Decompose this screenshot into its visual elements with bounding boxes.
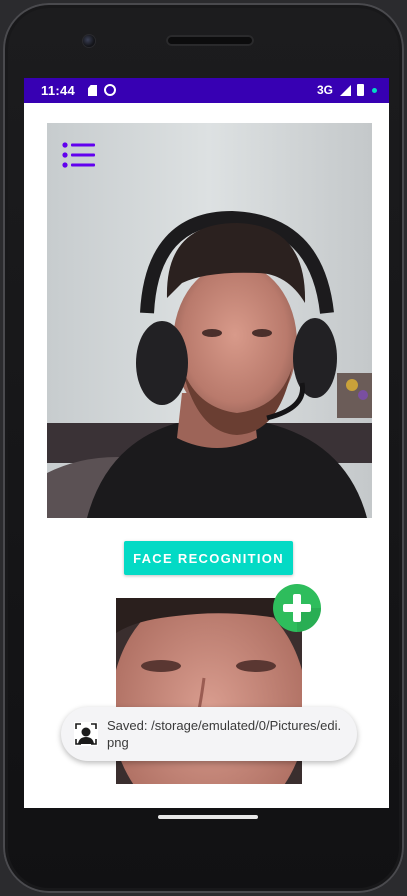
face-scan-app-icon: [74, 722, 98, 746]
app-screen: 11:44 3G FACE RECOGNITION Saved: /storag…: [24, 78, 389, 808]
earpiece-speaker: [166, 35, 254, 46]
network-type: 3G: [317, 83, 334, 97]
phone-device: 11:44 3G FACE RECOGNITION Saved: /storag…: [3, 3, 404, 893]
sd-card-icon: [88, 85, 97, 96]
camera-preview: [47, 123, 372, 518]
status-time: 11:44: [41, 83, 76, 98]
toast-message: Saved: /storage/emulated/0/Pictures/edi.…: [61, 707, 357, 761]
battery-icon: [357, 84, 364, 96]
list-menu-icon[interactable]: [62, 141, 96, 171]
home-indicator[interactable]: [158, 815, 258, 819]
notification-dot-icon: [372, 88, 377, 93]
sync-icon: [104, 84, 116, 96]
front-camera: [83, 35, 95, 47]
toast-text: Saved: /storage/emulated/0/Pictures/edi.…: [107, 718, 342, 750]
status-bar: 11:44 3G: [24, 78, 389, 103]
add-plus-icon[interactable]: [272, 583, 322, 633]
camera-preview-image: [47, 123, 372, 518]
face-recognition-button[interactable]: FACE RECOGNITION: [124, 541, 293, 575]
signal-icon: [340, 85, 351, 96]
